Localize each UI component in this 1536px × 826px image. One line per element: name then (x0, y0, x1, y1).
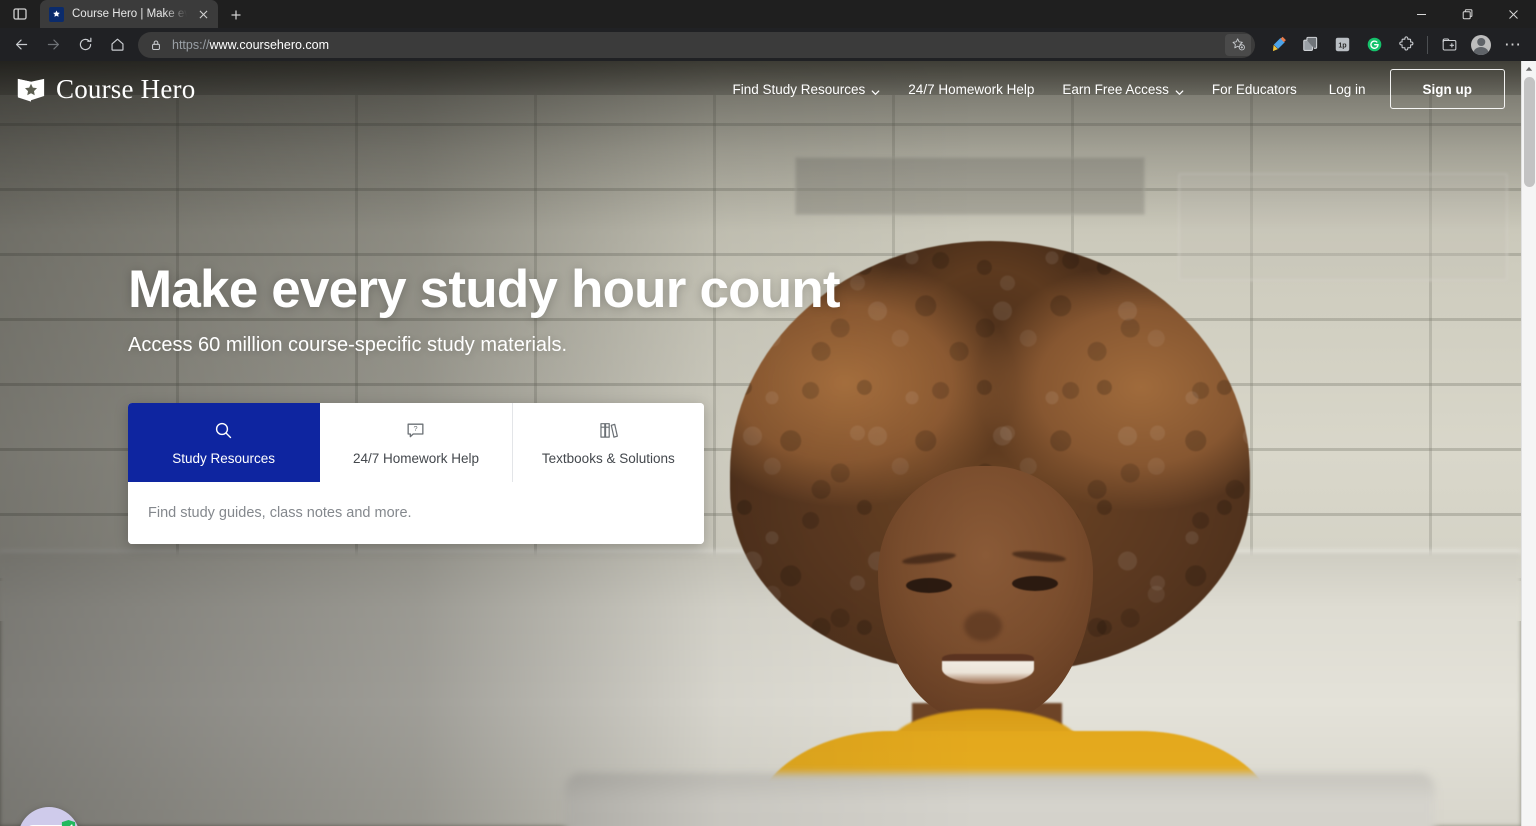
login-button[interactable]: Log in (1311, 71, 1384, 107)
browser-toolbar: https://www.coursehero.com 1p ⋯ (0, 28, 1536, 61)
svg-text:?: ? (414, 424, 418, 433)
page-scrollbar[interactable] (1521, 61, 1536, 826)
tab-label: Textbooks & Solutions (541, 450, 675, 466)
search-tabs: Study Resources ? 24/7 Homework Help Tex… (128, 403, 704, 482)
hero-copy: Make every study hour count Access 60 mi… (128, 260, 841, 357)
copy-pages-icon[interactable] (1295, 31, 1325, 59)
browser-window: Course Hero | Make every study (0, 0, 1536, 826)
minimize-icon[interactable] (1398, 0, 1444, 28)
nav-item-find-study-resources[interactable]: Find Study Resources (718, 71, 894, 107)
close-icon[interactable] (1490, 0, 1536, 28)
window-controls (1398, 0, 1536, 28)
more-options-icon[interactable]: ⋯ (1498, 31, 1528, 59)
ellipsis-glyph: ⋯ (1504, 35, 1522, 54)
browser-titlebar: Course Hero | Make every study (0, 0, 1536, 28)
nav-item-homework-help[interactable]: 24/7 Homework Help (894, 71, 1048, 107)
pen-highlighter-icon[interactable] (1263, 31, 1293, 59)
url-scheme: https:// (172, 37, 210, 52)
search-input-placeholder: Find study guides, class notes and more. (148, 505, 412, 521)
logo-text: Course Hero (56, 73, 196, 104)
nav-item-earn-free-access[interactable]: Earn Free Access (1048, 71, 1198, 107)
coursehero-shield-star-logo (16, 74, 46, 104)
scrollbar-thumb[interactable] (1524, 77, 1535, 187)
url-host: www.coursehero.com (209, 37, 330, 52)
puzzle-extensions-icon[interactable] (1391, 31, 1421, 59)
signup-button[interactable]: Sign up (1389, 69, 1505, 109)
question-speech-bubble-icon: ? (405, 420, 426, 442)
search-input[interactable]: Find study guides, class notes and more. (128, 482, 704, 544)
magnifier-icon (213, 420, 234, 442)
close-icon[interactable] (195, 6, 211, 22)
grammarly-icon[interactable] (1359, 31, 1389, 59)
books-shelf-icon (598, 420, 619, 442)
restore-icon[interactable] (1444, 0, 1490, 28)
svg-text:1p: 1p (1338, 41, 1347, 49)
lock-icon (148, 37, 164, 53)
forward-arrow-icon[interactable] (38, 31, 68, 59)
tab-study-resources[interactable]: Study Resources (128, 403, 321, 482)
new-tab-button[interactable] (222, 2, 250, 28)
chevron-down-icon (1175, 85, 1184, 95)
browser-tab-title: Course Hero | Make every study (72, 8, 187, 20)
page-title: Make every study hour count (128, 260, 841, 319)
search-widget: Study Resources ? 24/7 Homework Help Tex… (128, 403, 704, 544)
coursehero-star-favicon (49, 6, 64, 22)
profile-avatar-icon[interactable] (1466, 31, 1496, 59)
green-shield-check-icon (60, 819, 77, 826)
scroll-up-arrow-icon[interactable] (1522, 61, 1536, 76)
nav-item-for-educators[interactable]: For Educators (1198, 71, 1311, 107)
site-header: Course Hero Find Study Resources 24/7 Ho… (0, 61, 1521, 117)
browser-tab[interactable]: Course Hero | Make every study (40, 0, 218, 28)
hero-subtitle: Access 60 million course-specific study … (128, 334, 568, 357)
page-viewport: Course Hero Find Study Resources 24/7 Ho… (0, 61, 1536, 826)
tab-homework-help[interactable]: ? 24/7 Homework Help (320, 403, 513, 482)
nav-label: Earn Free Access (1062, 81, 1169, 97)
tab-strip-icon[interactable] (0, 0, 40, 28)
tab-label: 24/7 Homework Help (352, 450, 480, 466)
site-nav: Find Study Resources 24/7 Homework Help … (718, 69, 1505, 109)
url-text: https://www.coursehero.com (172, 38, 1217, 52)
home-icon[interactable] (102, 31, 132, 59)
nav-label: 24/7 Homework Help (908, 81, 1035, 97)
avatar (1471, 34, 1491, 55)
back-arrow-icon[interactable] (6, 31, 36, 59)
tab-textbooks-solutions[interactable]: Textbooks & Solutions (512, 403, 704, 482)
nav-label: For Educators (1211, 81, 1297, 97)
chevron-down-icon (871, 85, 880, 95)
coursehero-logo[interactable]: Course Hero (16, 74, 195, 105)
address-bar[interactable]: https://www.coursehero.com (138, 31, 1255, 58)
toolbar-divider (1427, 35, 1428, 54)
extensions-row: 1p ⋯ (1263, 31, 1528, 59)
refresh-icon[interactable] (70, 31, 100, 59)
tab-label: Study Resources (172, 450, 276, 466)
collections-icon[interactable] (1434, 31, 1464, 59)
one-password-icon[interactable]: 1p (1327, 31, 1357, 59)
star-plus-icon[interactable] (1225, 33, 1251, 56)
nav-label: Find Study Resources (732, 81, 866, 97)
